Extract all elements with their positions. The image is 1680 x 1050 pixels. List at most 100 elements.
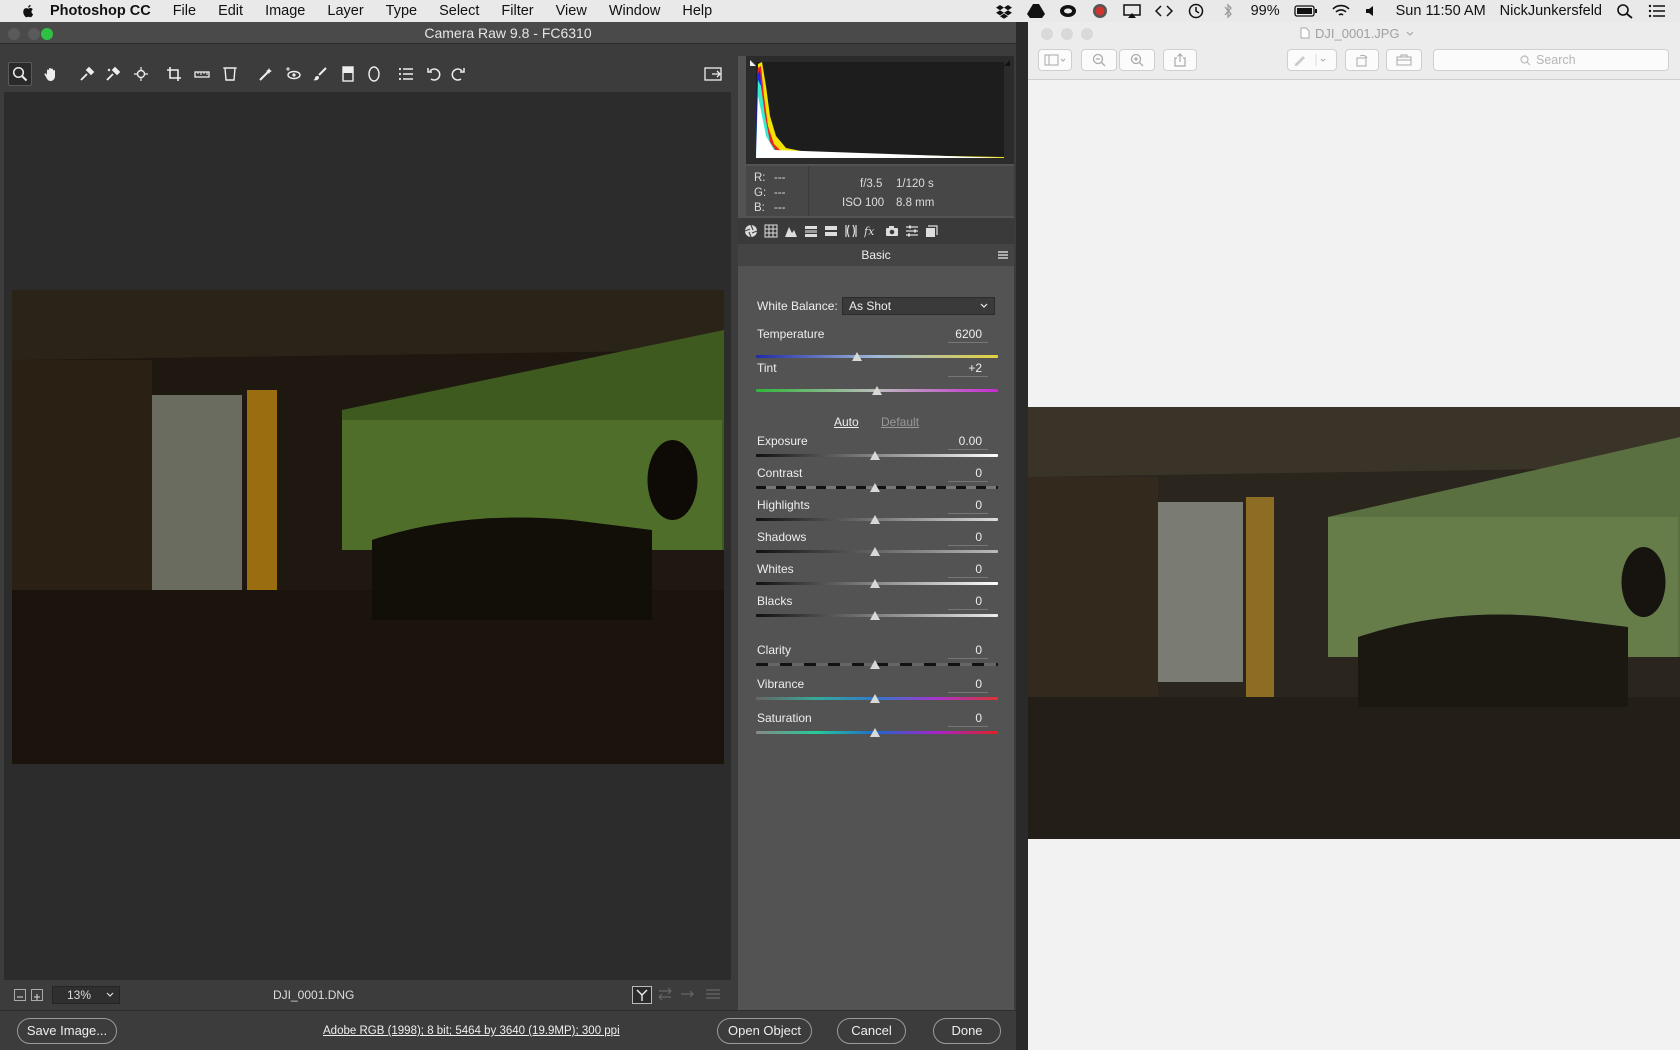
zoom-tool[interactable]	[8, 62, 32, 86]
temperature-slider-thumb[interactable]	[852, 352, 862, 361]
menu-image[interactable]: Image	[265, 3, 305, 19]
zoom-out-button[interactable]	[14, 989, 26, 1001]
shadows-slider-thumb[interactable]	[870, 547, 880, 556]
exposure-value[interactable]: 0.00	[932, 434, 982, 448]
shadows-value[interactable]: 0	[932, 530, 982, 544]
graduated-filter-tool[interactable]	[336, 62, 360, 86]
menu-edit[interactable]: Edit	[218, 3, 243, 19]
tab-tone-curve[interactable]	[762, 222, 780, 240]
color-sampler-tool[interactable]	[101, 62, 125, 86]
menu-layer[interactable]: Layer	[327, 3, 363, 19]
zoom-in-button[interactable]	[31, 989, 43, 1001]
white-balance-select[interactable]: As Shot	[842, 297, 995, 315]
drive-icon[interactable]	[1026, 3, 1045, 19]
done-button[interactable]: Done	[933, 1018, 1001, 1044]
whites-value[interactable]: 0	[932, 562, 982, 576]
rotate-right-tool[interactable]	[446, 62, 470, 86]
saturation-slider-thumb[interactable]	[870, 728, 880, 737]
time-machine-icon[interactable]	[1187, 3, 1205, 19]
minimize-button[interactable]	[28, 28, 40, 40]
clock[interactable]: Sun 11:50 AM	[1396, 3, 1486, 19]
wifi-icon[interactable]	[1332, 3, 1350, 19]
zoom-out-button[interactable]	[1081, 49, 1117, 71]
tab-lens-corrections[interactable]	[842, 222, 860, 240]
white-balance-tool[interactable]	[75, 62, 99, 86]
markup-button[interactable]	[1287, 49, 1337, 71]
record-icon[interactable]	[1091, 3, 1109, 19]
copy-settings-button[interactable]	[678, 986, 696, 1004]
straighten-tool[interactable]	[190, 62, 214, 86]
open-object-button[interactable]: Open Object	[717, 1018, 812, 1044]
battery-icon[interactable]	[1293, 3, 1318, 19]
image-preview-area[interactable]	[4, 92, 731, 980]
saturation-value[interactable]: 0	[932, 711, 982, 725]
transform-tool[interactable]	[218, 62, 242, 86]
fullscreen-toggle[interactable]	[701, 62, 725, 86]
rotate-left-tool[interactable]	[422, 62, 446, 86]
rotate-button[interactable]	[1345, 49, 1379, 71]
contrast-value[interactable]: 0	[932, 466, 982, 480]
menu-filter[interactable]: Filter	[501, 3, 533, 19]
search-input[interactable]: Search	[1433, 49, 1669, 71]
menu-select[interactable]: Select	[439, 3, 479, 19]
default-button[interactable]: Default	[881, 415, 919, 429]
tab-split-toning[interactable]	[822, 222, 840, 240]
preview-title[interactable]: DJI_0001.JPG	[1315, 26, 1400, 41]
user-name[interactable]: NickJunkersfeld	[1500, 3, 1602, 19]
preferences-tool[interactable]	[394, 62, 418, 86]
notification-center-icon[interactable]	[1648, 3, 1666, 19]
tab-detail[interactable]	[782, 222, 800, 240]
cancel-button[interactable]: Cancel	[837, 1018, 906, 1044]
menu-help[interactable]: Help	[682, 3, 712, 19]
volume-icon[interactable]	[1364, 3, 1382, 19]
vibrance-slider-thumb[interactable]	[870, 694, 880, 703]
dropbox-icon[interactable]	[995, 3, 1013, 19]
whites-slider-thumb[interactable]	[870, 579, 880, 588]
spotlight-search-icon[interactable]	[1616, 3, 1634, 19]
share-button[interactable]	[1163, 49, 1197, 71]
toggle-settings-button[interactable]	[704, 986, 722, 1004]
toolbox-button[interactable]	[1386, 49, 1422, 71]
before-after-toggle[interactable]	[632, 986, 652, 1004]
panel-menu-icon[interactable]	[998, 251, 1008, 259]
tab-hsl[interactable]	[802, 222, 820, 240]
blacks-value[interactable]: 0	[932, 594, 982, 608]
preview-close-button[interactable]	[1041, 28, 1053, 40]
vibrance-value[interactable]: 0	[932, 677, 982, 691]
code-icon[interactable]	[1154, 3, 1173, 19]
radial-filter-tool[interactable]	[362, 62, 386, 86]
tab-presets[interactable]	[903, 222, 921, 240]
clarity-slider-thumb[interactable]	[870, 660, 880, 669]
close-button[interactable]	[8, 28, 20, 40]
tab-basic[interactable]	[742, 222, 760, 240]
contrast-slider-thumb[interactable]	[870, 483, 880, 492]
crop-tool[interactable]	[162, 62, 186, 86]
menu-view[interactable]: View	[556, 3, 587, 19]
tint-slider-thumb[interactable]	[872, 386, 882, 395]
bluetooth-icon[interactable]	[1219, 3, 1237, 19]
exposure-slider-thumb[interactable]	[870, 451, 880, 460]
zoom-button[interactable]	[41, 28, 53, 40]
preview-zoom-button[interactable]	[1081, 28, 1093, 40]
tab-camera-calibration[interactable]	[883, 222, 901, 240]
tint-value[interactable]: +2	[932, 361, 982, 375]
highlights-value[interactable]: 0	[932, 498, 982, 512]
temperature-value[interactable]: 6200	[932, 327, 982, 341]
sidebar-toggle-button[interactable]	[1038, 49, 1072, 71]
menu-file[interactable]: File	[173, 3, 196, 19]
zoom-in-button[interactable]	[1119, 49, 1155, 71]
clarity-value[interactable]: 0	[932, 643, 982, 657]
hand-tool[interactable]	[39, 62, 63, 86]
adjustment-brush-tool[interactable]	[308, 62, 332, 86]
workflow-options-link[interactable]: Adobe RGB (1998); 8 bit; 5464 by 3640 (1…	[323, 1025, 620, 1037]
preview-document-area[interactable]	[1028, 80, 1680, 1050]
swap-settings-button[interactable]	[656, 986, 674, 1004]
targeted-adjustment-tool[interactable]	[129, 62, 153, 86]
highlights-slider-thumb[interactable]	[870, 515, 880, 524]
spot-removal-tool[interactable]	[254, 62, 278, 86]
creative-cloud-icon[interactable]	[1059, 3, 1077, 19]
app-name-menu[interactable]: Photoshop CC	[50, 3, 151, 19]
tab-snapshots[interactable]	[923, 222, 941, 240]
temperature-slider[interactable]	[756, 355, 998, 358]
airplay-icon[interactable]	[1122, 3, 1141, 19]
